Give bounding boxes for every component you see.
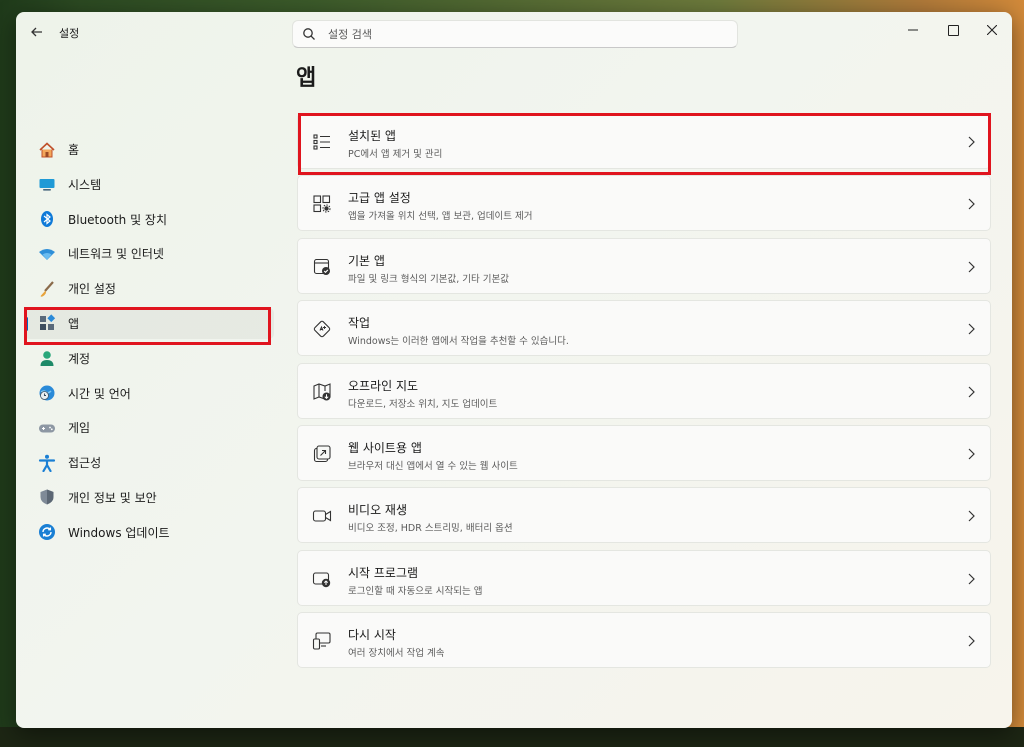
list-icon bbox=[313, 134, 330, 150]
sidebar-item-label: 접근성 bbox=[68, 456, 102, 471]
sidebar-item-label: 시스템 bbox=[68, 177, 102, 192]
search-icon bbox=[303, 28, 315, 40]
bluetooth-icon bbox=[38, 210, 56, 228]
page-title: 앱 bbox=[296, 66, 317, 91]
wifi-icon bbox=[38, 245, 56, 263]
sidebar-item-accounts[interactable]: 계정 bbox=[24, 343, 274, 374]
card-title: 웹 사이트용 앱 bbox=[348, 440, 422, 455]
card-startup[interactable]: 시작 프로그램 로그인할 때 자동으로 시작되는 앱 bbox=[297, 549, 991, 606]
sidebar-item-windows-update[interactable]: Windows 업데이트 bbox=[24, 517, 274, 548]
arrow-left-icon bbox=[31, 27, 42, 37]
sidebar-item-label: 네트워크 및 인터넷 bbox=[68, 247, 164, 262]
sidebar-item-apps[interactable]: 앱 bbox=[24, 307, 274, 339]
sidebar-item-time-language[interactable]: 시간 및 언어 bbox=[24, 378, 274, 409]
card-title: 고급 앱 설정 bbox=[348, 191, 411, 206]
sidebar-item-accessibility[interactable]: 접근성 bbox=[24, 447, 274, 478]
sidebar-item-gaming[interactable]: 게임 bbox=[24, 412, 274, 443]
card-title: 다시 시작 bbox=[348, 628, 396, 643]
card-installed-apps[interactable]: 설치된 앱 PC에서 앱 제거 및 관리 bbox=[297, 113, 991, 169]
settings-window: 설정 홈 시스템 Bluetooth 및 장치 bbox=[16, 12, 1012, 728]
chevron-right-icon bbox=[968, 323, 975, 335]
card-resume[interactable]: 다시 시작 여러 장치에서 작업 계속 bbox=[297, 612, 991, 669]
card-subtitle: 브라우저 대신 앱에서 열 수 있는 웹 사이트 bbox=[348, 460, 518, 472]
chevron-right-icon bbox=[968, 635, 975, 647]
sidebar-item-label: 홈 bbox=[68, 143, 80, 157]
sidebar-item-label: 게임 bbox=[68, 421, 91, 436]
card-subtitle: 로그인할 때 자동으로 시작되는 앱 bbox=[348, 585, 483, 597]
chevron-right-icon bbox=[968, 136, 975, 148]
sidebar-item-label: Bluetooth 및 장치 bbox=[68, 212, 168, 227]
search-box[interactable] bbox=[292, 20, 738, 48]
app-settings-icon bbox=[313, 195, 331, 213]
maximize-icon bbox=[947, 24, 959, 36]
chevron-right-icon bbox=[968, 510, 975, 522]
close-icon bbox=[987, 25, 997, 35]
card-title: 설치된 앱 bbox=[348, 129, 396, 143]
chevron-right-icon bbox=[968, 261, 975, 273]
card-subtitle: 비디오 조정, HDR 스트리밍, 배터리 옵션 bbox=[348, 523, 513, 535]
sidebar-item-label: 개인 정보 및 보안 bbox=[68, 490, 157, 505]
card-offline-maps[interactable]: 오프라인 지도 다운로드, 저장소 위치, 지도 업데이트 bbox=[297, 362, 991, 419]
default-apps-icon bbox=[313, 258, 330, 275]
card-default-apps[interactable]: 기본 앱 파일 및 링크 형식의 기본값, 기타 기본값 bbox=[297, 237, 991, 294]
globe-clock-icon bbox=[38, 384, 56, 402]
sidebar-nav: 홈 시스템 Bluetooth 및 장치 네트워크 및 인터넷 개인 설정 앱 … bbox=[24, 134, 274, 552]
card-actions[interactable]: 작업 Windows는 이러한 앱에서 작업을 추천할 수 있습니다. bbox=[297, 300, 991, 357]
settings-card-list: 설치된 앱 PC에서 앱 제거 및 관리 고급 앱 설정 앱을 가져올 위치 선… bbox=[297, 113, 991, 675]
sidebar-item-label: 계정 bbox=[68, 351, 91, 366]
update-icon bbox=[38, 523, 56, 541]
sidebar-item-label: 시간 및 언어 bbox=[68, 386, 131, 401]
sidebar-item-label: 개인 설정 bbox=[68, 282, 116, 297]
apps-icon bbox=[38, 314, 56, 332]
desktop-taskbar-strip bbox=[0, 727, 1024, 747]
card-video-playback[interactable]: 비디오 재생 비디오 조정, HDR 스트리밍, 배터리 옵션 bbox=[297, 487, 991, 544]
minimize-icon bbox=[908, 29, 918, 31]
chevron-right-icon bbox=[968, 198, 975, 210]
sidebar-item-privacy[interactable]: 개인 정보 및 보안 bbox=[24, 482, 274, 513]
sidebar-item-bluetooth[interactable]: Bluetooth 및 장치 bbox=[24, 204, 274, 235]
card-apps-for-websites[interactable]: 웹 사이트용 앱 브라우저 대신 앱에서 열 수 있는 웹 사이트 bbox=[297, 424, 991, 481]
card-title: 작업 bbox=[348, 316, 371, 331]
chevron-right-icon bbox=[968, 448, 975, 460]
brush-icon bbox=[38, 280, 56, 298]
sidebar-item-personalization[interactable]: 개인 설정 bbox=[24, 273, 274, 304]
minimize-button[interactable] bbox=[898, 18, 928, 42]
home-icon bbox=[38, 141, 56, 159]
chevron-right-icon bbox=[968, 386, 975, 397]
card-title: 기본 앱 bbox=[348, 253, 385, 268]
startup-icon bbox=[312, 572, 331, 587]
sidebar-item-system[interactable]: 시스템 bbox=[24, 169, 274, 200]
card-title: 오프라인 지도 bbox=[348, 378, 419, 393]
card-subtitle: 다운로드, 저장소 위치, 지도 업데이트 bbox=[348, 398, 498, 410]
resume-icon bbox=[312, 632, 331, 650]
system-icon bbox=[38, 175, 56, 193]
sidebar-item-label: Windows 업데이트 bbox=[68, 525, 170, 540]
accessibility-icon bbox=[38, 454, 56, 472]
sidebar-item-network[interactable]: 네트워크 및 인터넷 bbox=[24, 238, 274, 269]
gamepad-icon bbox=[38, 419, 56, 437]
card-title: 비디오 재생 bbox=[348, 503, 408, 518]
card-subtitle: PC에서 앱 제거 및 관리 bbox=[348, 149, 443, 160]
close-button[interactable] bbox=[977, 18, 1007, 42]
maximize-button[interactable] bbox=[938, 18, 968, 42]
search-input[interactable] bbox=[326, 26, 737, 42]
back-button[interactable] bbox=[28, 23, 46, 41]
app-title: 설정 bbox=[59, 27, 80, 40]
card-subtitle: 앱을 가져올 위치 선택, 앱 보관, 업데이트 제거 bbox=[348, 211, 533, 223]
actions-icon bbox=[313, 320, 331, 338]
card-title: 시작 프로그램 bbox=[348, 565, 419, 580]
account-icon bbox=[38, 349, 56, 367]
card-subtitle: 파일 및 링크 형식의 기본값, 기타 기본값 bbox=[348, 273, 509, 285]
card-subtitle: Windows는 이러한 앱에서 작업을 추천할 수 있습니다. bbox=[348, 336, 569, 348]
sidebar-item-home[interactable]: 홈 bbox=[24, 134, 274, 165]
map-icon bbox=[313, 382, 331, 401]
selection-indicator bbox=[25, 316, 28, 331]
video-icon bbox=[312, 510, 332, 522]
shield-icon bbox=[38, 488, 56, 506]
card-advanced-app-settings[interactable]: 고급 앱 설정 앱을 가져올 위치 선택, 앱 보관, 업데이트 제거 bbox=[297, 175, 991, 232]
open-external-icon bbox=[313, 445, 331, 463]
sidebar-item-label: 앱 bbox=[68, 316, 80, 331]
chevron-right-icon bbox=[968, 573, 975, 585]
card-subtitle: 여러 장치에서 작업 계속 bbox=[348, 648, 445, 660]
